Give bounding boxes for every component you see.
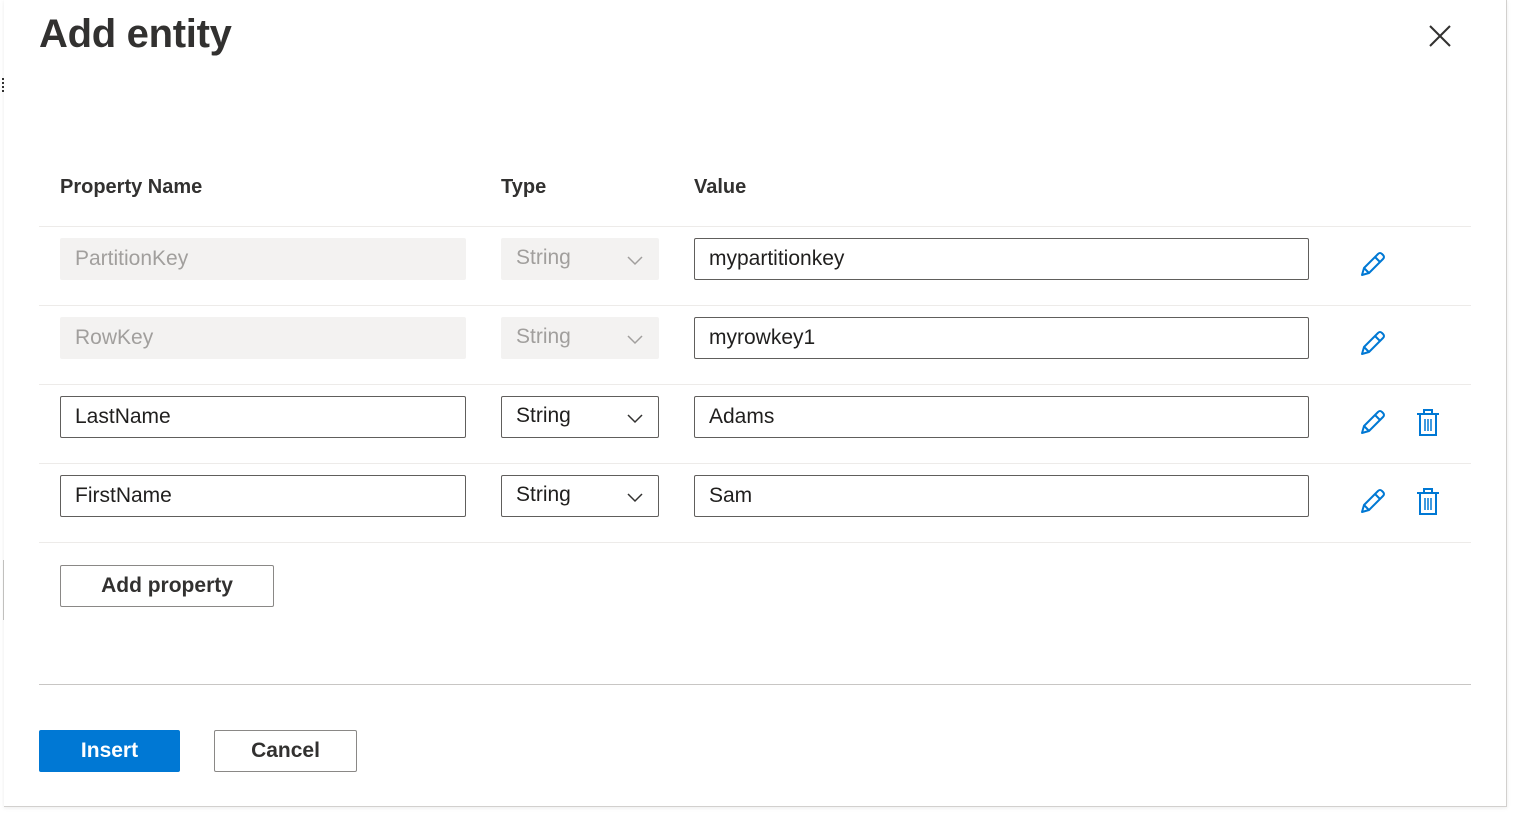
chevron-down-icon bbox=[627, 335, 643, 345]
column-header-value: Value bbox=[694, 176, 747, 198]
property-name-field: PartitionKey bbox=[60, 238, 466, 280]
delete-button[interactable] bbox=[1410, 405, 1446, 441]
close-button[interactable] bbox=[1422, 18, 1458, 54]
table-divider bbox=[39, 463, 1471, 464]
close-icon bbox=[1429, 25, 1451, 47]
table-divider bbox=[39, 305, 1471, 306]
dialog-title: Add entity bbox=[39, 12, 232, 56]
type-select-value: String bbox=[516, 483, 571, 506]
trash-icon bbox=[1417, 409, 1439, 436]
pencil-icon bbox=[1361, 410, 1385, 434]
type-select[interactable]: String bbox=[501, 396, 659, 438]
chevron-down-icon bbox=[627, 256, 643, 266]
edit-button[interactable] bbox=[1354, 326, 1390, 362]
type-select-value: String bbox=[516, 404, 571, 427]
value-field[interactable]: Adams bbox=[694, 396, 1309, 438]
value-field[interactable]: Sam bbox=[694, 475, 1309, 517]
column-header-type: Type bbox=[501, 176, 547, 198]
value-field[interactable]: myrowkey1 bbox=[694, 317, 1309, 359]
type-select: String bbox=[501, 238, 659, 280]
trash-icon bbox=[1417, 488, 1439, 515]
value-field[interactable]: mypartitionkey bbox=[694, 238, 1309, 280]
pencil-icon bbox=[1361, 252, 1385, 276]
table-divider bbox=[39, 542, 1471, 543]
pencil-icon bbox=[1361, 331, 1385, 355]
type-select-value: String bbox=[516, 325, 571, 348]
property-name-field: RowKey bbox=[60, 317, 466, 359]
column-header-property-name: Property Name bbox=[60, 176, 203, 198]
edit-button[interactable] bbox=[1354, 484, 1390, 520]
table-divider bbox=[39, 384, 1471, 385]
pencil-icon bbox=[1361, 489, 1385, 513]
cancel-button[interactable]: Cancel bbox=[214, 730, 357, 772]
delete-button[interactable] bbox=[1410, 484, 1446, 520]
chevron-down-icon bbox=[627, 493, 643, 503]
edit-button[interactable] bbox=[1354, 247, 1390, 283]
add-entity-dialog: Add entity Property Name Type Value Part… bbox=[4, 0, 1507, 807]
chevron-down-icon bbox=[627, 414, 643, 424]
table-divider bbox=[39, 226, 1471, 227]
property-name-field[interactable]: FirstName bbox=[60, 475, 466, 517]
edit-button[interactable] bbox=[1354, 405, 1390, 441]
footer-divider bbox=[39, 684, 1471, 685]
type-select[interactable]: String bbox=[501, 475, 659, 517]
type-select-value: String bbox=[516, 246, 571, 269]
insert-button[interactable]: Insert bbox=[39, 730, 180, 772]
type-select: String bbox=[501, 317, 659, 359]
property-name-field[interactable]: LastName bbox=[60, 396, 466, 438]
add-property-button[interactable]: Add property bbox=[60, 565, 274, 607]
